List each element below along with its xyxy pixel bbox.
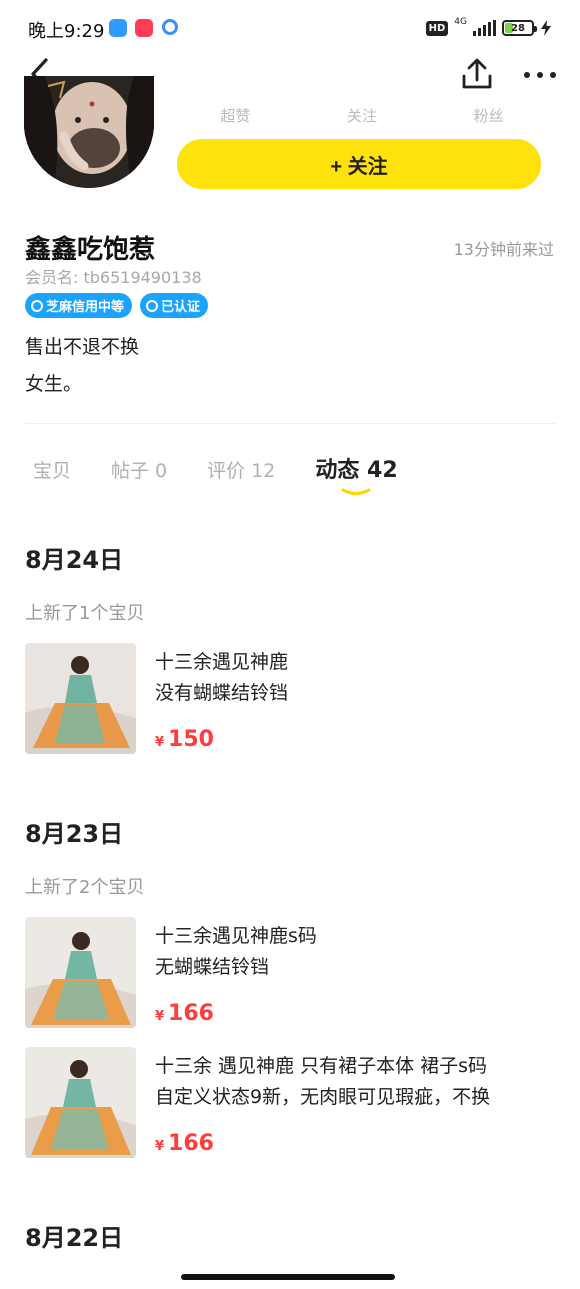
price-value: 150 (168, 727, 214, 752)
last-seen: 13分钟前来过 (453, 240, 554, 259)
verified-badge[interactable]: 已认证 (140, 293, 209, 318)
currency-symbol: ¥ (155, 1009, 165, 1024)
home-indicator[interactable] (181, 1274, 395, 1280)
signal-icon (473, 20, 496, 36)
price-value: 166 (168, 1001, 214, 1026)
tab-activity[interactable]: 动态 42 (315, 452, 398, 495)
notification-app-icon (162, 19, 178, 35)
avatar-image (24, 76, 154, 188)
hd-icon: HD (425, 20, 449, 36)
share-icon (462, 58, 492, 89)
price-value: 166 (168, 1131, 214, 1156)
product-price: ¥166 (155, 1131, 214, 1156)
product-card[interactable]: 十三余遇见神鹿 没有蝴蝶结铃铛 ¥150 (25, 643, 555, 755)
product-price: ¥166 (155, 1001, 214, 1026)
product-title: 十三余遇见神鹿s码 无蝴蝶结铃铛 (155, 925, 317, 978)
product-title: 十三余 遇见神鹿 只有裙子本体 裙子s码 自定义状态9新，无肉眼可见瑕疵，不换 (155, 1055, 491, 1108)
product-card[interactable]: 十三余 遇见神鹿 只有裙子本体 裙子s码 自定义状态9新，无肉眼可见瑕疵，不换 … (25, 1047, 555, 1159)
status-indicators: HD 4G 28 (425, 16, 552, 40)
status-time: 晚上9:29 (28, 21, 105, 42)
charging-icon (541, 20, 551, 36)
more-dot-icon (537, 72, 543, 78)
badges: 芝麻信用中等 已认证 (25, 293, 209, 318)
profile-stats: 超赞 关注 粉丝 (172, 105, 552, 126)
product-price: ¥150 (155, 727, 214, 752)
product-title: 十三余遇见神鹿 没有蝴蝶结铃铛 (155, 651, 289, 704)
feed-summary: 上新了1个宝贝 (25, 603, 145, 624)
tab-items[interactable]: 宝贝 (33, 456, 71, 483)
credit-icon (31, 299, 43, 312)
bio-line: 女生。 (25, 373, 83, 395)
divider (25, 423, 555, 424)
currency-symbol: ¥ (155, 735, 165, 750)
feed-date: 8月22日 (25, 1224, 124, 1252)
network-type: 4G (454, 16, 467, 27)
more-dot-icon (524, 72, 530, 78)
tab-posts[interactable]: 帖子 0 (111, 456, 167, 483)
member-id: 会员名: tb6519490138 (25, 268, 202, 287)
feed-date: 8月24日 (25, 546, 124, 574)
tab-activity-label: 动态 42 (315, 458, 398, 483)
active-tab-indicator (341, 488, 371, 495)
battery-icon: 28 (502, 20, 537, 36)
avatar[interactable] (24, 76, 154, 188)
status-bar: 晚上9:29 HD 4G 28 (0, 0, 580, 56)
battery-level: 28 (511, 22, 525, 34)
product-thumbnail (25, 1047, 136, 1158)
notification-app-icon (135, 19, 153, 37)
verified-badge-label: 已认证 (161, 300, 201, 315)
product-thumbnail (25, 917, 136, 1028)
tab-bar: 宝贝 帖子 0 评价 12 动态 42 (33, 452, 398, 495)
notification-app-icon (109, 19, 127, 37)
bio-line: 售出不退不换 (25, 336, 140, 358)
tab-reviews[interactable]: 评价 12 (207, 456, 275, 483)
product-thumbnail (25, 643, 136, 754)
more-options-button[interactable] (520, 60, 560, 90)
share-button[interactable] (458, 56, 496, 94)
follow-button[interactable]: + 关注 (177, 139, 541, 189)
product-card[interactable]: 十三余遇见神鹿s码 无蝴蝶结铃铛 ¥166 (25, 917, 555, 1029)
stat-followers[interactable]: 粉丝 (425, 105, 552, 126)
credit-badge-label: 芝麻信用中等 (46, 300, 125, 315)
feed-summary: 上新了2个宝贝 (25, 877, 145, 898)
credit-badge[interactable]: 芝麻信用中等 (25, 293, 133, 318)
stat-following[interactable]: 关注 (299, 105, 426, 126)
stat-likes[interactable]: 超赞 (172, 105, 299, 126)
nickname: 鑫鑫吃饱惹 (25, 235, 156, 265)
more-dot-icon (550, 72, 556, 78)
currency-symbol: ¥ (155, 1139, 165, 1154)
verified-icon (146, 299, 159, 312)
feed-date: 8月23日 (25, 820, 124, 848)
